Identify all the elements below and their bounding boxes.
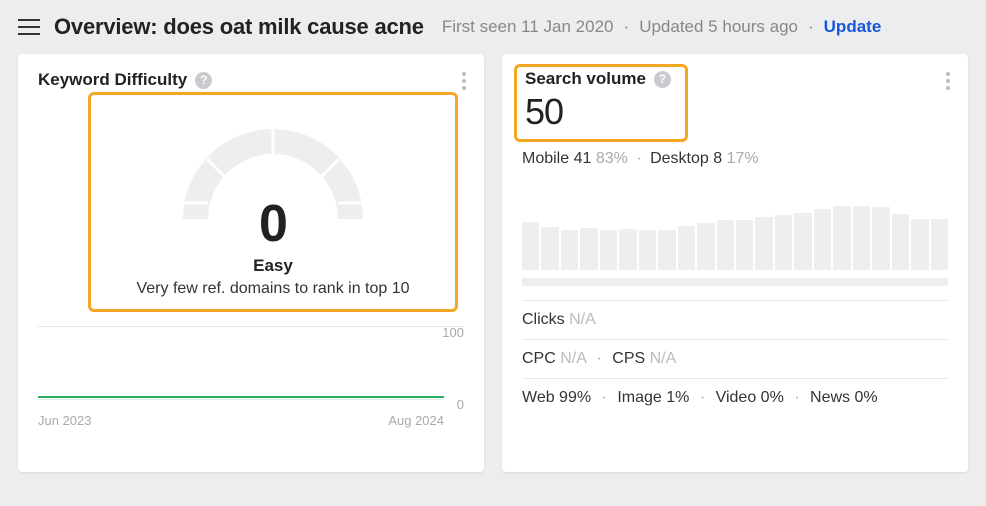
bar [600,230,617,270]
search-volume-card: Search volume ? 50 Mobile 41 83% · Deskt… [502,54,968,472]
axis-tick-min: 0 [457,397,464,412]
bar [541,227,558,270]
bar [833,206,850,270]
mobile-pct: 83% [596,150,628,167]
keyword-difficulty-card: Keyword Difficulty ? 0 Easy Very few ref… [18,54,484,472]
bar [736,220,753,270]
bar [522,222,539,270]
sv-bar-chart [522,182,948,270]
kd-trend-chart: 100 0 Jun 2023 Aug 2024 [38,326,464,410]
bar [853,206,870,270]
bar [619,229,636,270]
kd-trend-line [38,396,444,398]
bar [717,220,734,270]
gauge-icon [163,109,383,224]
kd-highlight: 0 Easy Very few ref. domains to rank in … [88,92,458,312]
axis-tick-max: 100 [442,325,464,340]
kd-description: Very few ref. domains to rank in top 10 [136,280,409,298]
mobile-label: Mobile 41 [522,150,591,167]
page-title: Overview: does oat milk cause acne [54,14,424,40]
clicks-label: Clicks [522,311,565,328]
web-label: Web 99% [522,389,591,406]
separator-dot: · [700,389,705,406]
kd-date-end: Aug 2024 [388,413,444,428]
separator-dot: · [624,17,630,37]
first-seen-text: First seen 11 Jan 2020 [442,17,614,37]
clicks-value: N/A [569,311,596,328]
separator-dot: · [636,150,641,167]
cpc-label: CPC [522,350,556,367]
bar [678,226,695,270]
bar [872,207,889,270]
separator-dot: · [808,17,814,37]
bar [755,217,772,270]
help-icon[interactable]: ? [654,71,671,88]
sv-highlight: Search volume ? 50 [514,64,688,142]
kd-title: Keyword Difficulty [38,70,187,90]
bar [580,228,597,270]
bar [814,209,831,270]
cps-value: N/A [650,350,677,367]
separator-dot: · [596,350,601,367]
bar [892,214,909,270]
bar [697,223,714,270]
desktop-pct: 17% [727,150,759,167]
updated-text: Updated 5 hours ago [639,17,798,37]
bar [775,215,792,270]
separator-dot: · [794,389,799,406]
update-link[interactable]: Update [824,17,882,37]
cpc-value: N/A [560,350,586,367]
more-icon[interactable] [942,68,954,94]
menu-icon[interactable] [18,19,40,35]
bar [931,219,948,270]
sv-track [522,278,948,286]
kd-label: Easy [253,256,293,276]
more-icon[interactable] [458,68,470,94]
image-label: Image 1% [617,389,689,406]
sv-title: Search volume [525,69,646,89]
kd-date-start: Jun 2023 [38,413,92,428]
desktop-label: Desktop 8 [650,150,722,167]
help-icon[interactable]: ? [195,72,212,89]
news-label: News 0% [810,389,878,406]
separator-dot: · [602,389,607,406]
bar [658,230,675,270]
sv-value: 50 [525,91,671,133]
bar [639,230,656,270]
bar [561,230,578,270]
video-label: Video 0% [716,389,784,406]
bar [794,213,811,270]
cps-label: CPS [612,350,645,367]
bar [911,219,928,270]
device-breakdown: Mobile 41 83% · Desktop 8 17% [522,150,948,168]
